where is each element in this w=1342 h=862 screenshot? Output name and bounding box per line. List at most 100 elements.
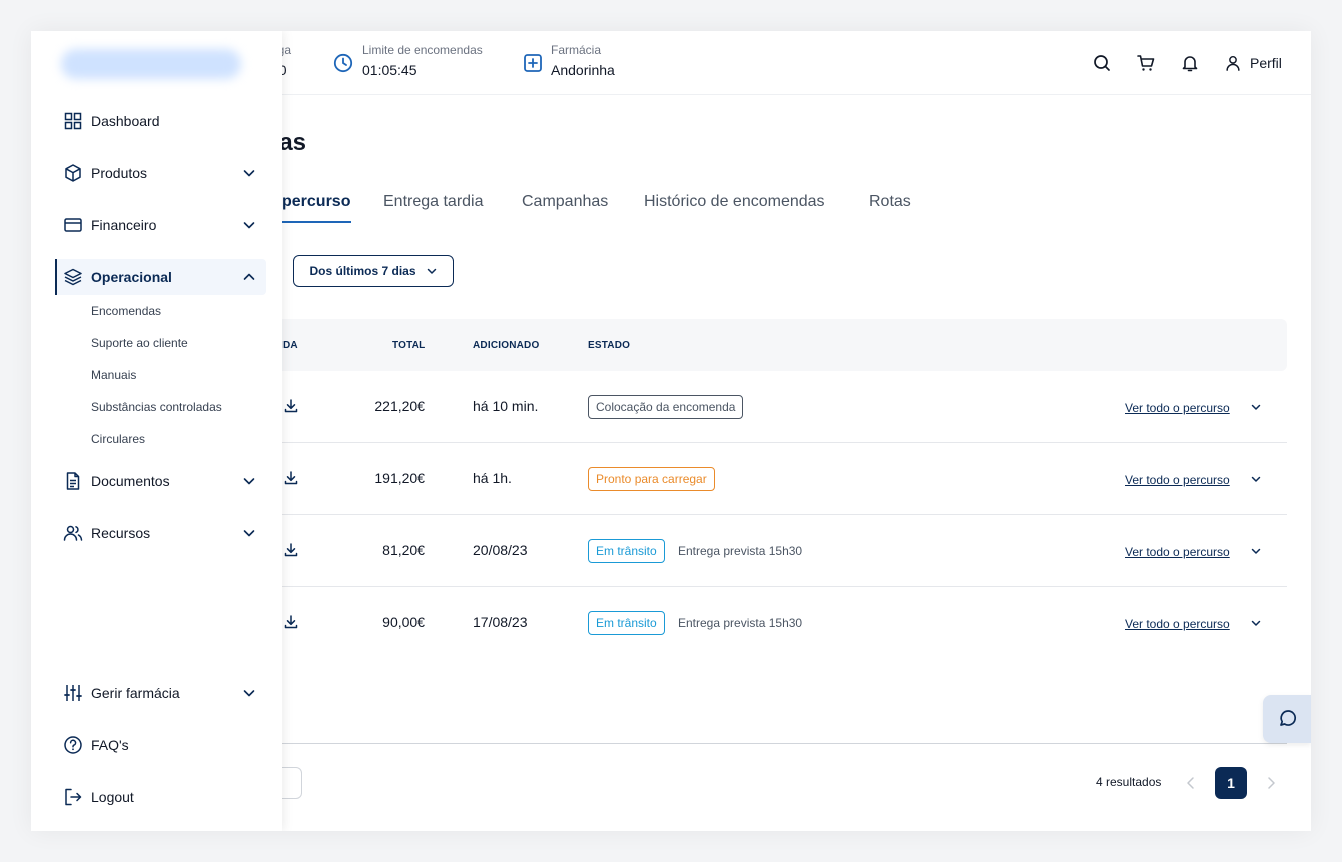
- table-row: 221,20€ há 10 min. Colocação da encomend…: [250, 371, 1287, 443]
- sidebar-item-label: Documentos: [91, 473, 170, 489]
- row-total: 221,20€: [374, 398, 425, 414]
- view-route-link[interactable]: Ver todo o percurso: [1125, 473, 1230, 487]
- app-window: ega 00 Limite de encomendas 01:05:45 Far…: [31, 31, 1311, 831]
- status-badge: Colocação da encomenda: [588, 395, 744, 419]
- download-icon[interactable]: [283, 542, 299, 558]
- credit-card-icon: [64, 218, 82, 232]
- tab-entrega-tardia[interactable]: Entrega tardia: [383, 193, 484, 211]
- column-header-fatura: IDA: [280, 340, 298, 351]
- chevron-down-icon: [427, 268, 436, 274]
- chat-button[interactable]: [1263, 695, 1311, 743]
- row-total: 81,20€: [382, 542, 425, 558]
- status-badge: Em trânsito: [588, 611, 665, 635]
- chevron-down-icon[interactable]: [1250, 545, 1262, 557]
- tab-campanhas[interactable]: Campanhas: [522, 193, 608, 211]
- pharmacy-plus-icon: [524, 54, 542, 72]
- delivery-eta: Entrega prevista 15h30: [678, 544, 803, 558]
- document-icon: [66, 472, 80, 490]
- profile-label: Perfil: [1250, 55, 1282, 71]
- users-icon: [63, 525, 83, 541]
- sidebar-item-label: Dashboard: [91, 113, 160, 129]
- profile-menu[interactable]: Perfil: [1224, 52, 1282, 74]
- pharmacy-value: Andorinha: [551, 62, 615, 78]
- order-limit-label: Limite de encomendas: [362, 43, 483, 57]
- sidebar-item-recursos[interactable]: Recursos: [55, 515, 266, 551]
- view-route-link[interactable]: Ver todo o percurso: [1125, 545, 1230, 559]
- status-badge: Pronto para carregar: [588, 467, 715, 491]
- order-limit-value: 01:05:45: [362, 62, 417, 78]
- bell-icon[interactable]: [1180, 53, 1200, 73]
- chevron-right-icon[interactable]: [1264, 775, 1278, 791]
- sidebar-subitem-encomendas[interactable]: Encomendas: [91, 304, 161, 318]
- sliders-icon: [64, 685, 82, 701]
- row-added: há 1h.: [473, 470, 512, 486]
- table-row: 81,20€ 20/08/23 Em trânsito Entrega prev…: [250, 515, 1287, 587]
- view-route-link[interactable]: Ver todo o percurso: [1125, 617, 1230, 631]
- sidebar-subitem-suporte[interactable]: Suporte ao cliente: [91, 336, 188, 350]
- table-row: 90,00€ 17/08/23 Em trânsito Entrega prev…: [250, 587, 1287, 659]
- layers-icon: [64, 268, 82, 286]
- sidebar-item-label: Operacional: [91, 269, 172, 285]
- chevron-down-icon: [243, 478, 255, 485]
- status-badge: Em trânsito: [588, 539, 665, 563]
- search-icon[interactable]: [1092, 53, 1112, 73]
- tab-rotas[interactable]: Rotas: [869, 193, 911, 211]
- view-route-link[interactable]: Ver todo o percurso: [1125, 401, 1230, 415]
- chevron-up-icon: [243, 273, 255, 280]
- sidebar-item-operacional[interactable]: Operacional: [55, 259, 266, 295]
- chevron-down-icon: [243, 530, 255, 537]
- sidebar-subitem-manuais[interactable]: Manuais: [91, 368, 136, 382]
- chat-icon: [1280, 710, 1297, 726]
- sidebar-item-faqs[interactable]: FAQ's: [55, 727, 266, 763]
- row-added: 17/08/23: [473, 614, 528, 630]
- sidebar-item-label: FAQ's: [91, 737, 129, 753]
- sidebar-item-documentos[interactable]: Documentos: [55, 463, 266, 499]
- download-icon[interactable]: [283, 470, 299, 486]
- date-filter-dropdown[interactable]: Dos últimos 7 dias: [293, 255, 454, 287]
- pagination-current-page[interactable]: 1: [1215, 767, 1247, 799]
- sidebar-item-logout[interactable]: Logout: [55, 779, 266, 815]
- download-icon[interactable]: [283, 398, 299, 414]
- chevron-down-icon[interactable]: [1250, 473, 1262, 485]
- logo: [61, 49, 241, 79]
- tab-percurso[interactable]: percurso: [282, 193, 350, 211]
- sidebar-item-gerir-farmacia[interactable]: Gerir farmácia: [55, 675, 266, 711]
- tab-historico[interactable]: Histórico de encomendas: [644, 193, 825, 211]
- sidebar-item-label: Produtos: [91, 165, 148, 181]
- pharmacy-info: Farmácia Andorinha: [551, 43, 615, 78]
- download-icon[interactable]: [283, 614, 299, 630]
- sidebar-item-label: Recursos: [91, 525, 151, 541]
- order-limit-info: Limite de encomendas 01:05:45: [362, 43, 483, 78]
- table-footer-divider: [250, 743, 1287, 744]
- table-header: IDA TOTAL ADICIONADO ESTADO: [250, 319, 1287, 371]
- chevron-down-icon: [243, 690, 255, 697]
- sidebar-item-dashboard[interactable]: Dashboard: [55, 103, 266, 139]
- help-circle-icon: [64, 736, 82, 754]
- chevron-down-icon: [243, 222, 255, 229]
- sidebar-item-produtos[interactable]: Produtos: [55, 155, 266, 191]
- results-count: 4 resultados: [1096, 775, 1162, 789]
- row-total: 191,20€: [374, 470, 425, 486]
- sidebar-item-label: Gerir farmácia: [91, 685, 180, 701]
- column-header-added: ADICIONADO: [473, 340, 540, 351]
- chevron-down-icon[interactable]: [1250, 617, 1262, 629]
- chevron-left-icon[interactable]: [1184, 775, 1198, 791]
- column-header-total: TOTAL: [392, 340, 426, 351]
- user-icon: [1226, 55, 1240, 71]
- clock-icon: [333, 53, 353, 73]
- row-total: 90,00€: [382, 614, 425, 630]
- cart-icon[interactable]: [1136, 53, 1156, 73]
- sidebar-subitem-substancias[interactable]: Substâncias controladas: [91, 400, 222, 414]
- box-icon: [65, 164, 81, 182]
- sidebar-item-label: Financeiro: [91, 217, 157, 233]
- table-row: 191,20€ há 1h. Pronto para carregar Ver …: [250, 443, 1287, 515]
- date-filter-label: Dos últimos 7 dias: [309, 264, 416, 278]
- pharmacy-label: Farmácia: [551, 43, 602, 57]
- sidebar-item-financeiro[interactable]: Financeiro: [55, 207, 266, 243]
- chevron-down-icon: [243, 170, 255, 177]
- sidebar-item-label: Logout: [91, 789, 134, 805]
- grid-icon: [64, 112, 82, 130]
- chevron-down-icon[interactable]: [1250, 401, 1262, 413]
- sidebar-subitem-circulares[interactable]: Circulares: [91, 432, 145, 446]
- column-header-status: ESTADO: [588, 340, 631, 351]
